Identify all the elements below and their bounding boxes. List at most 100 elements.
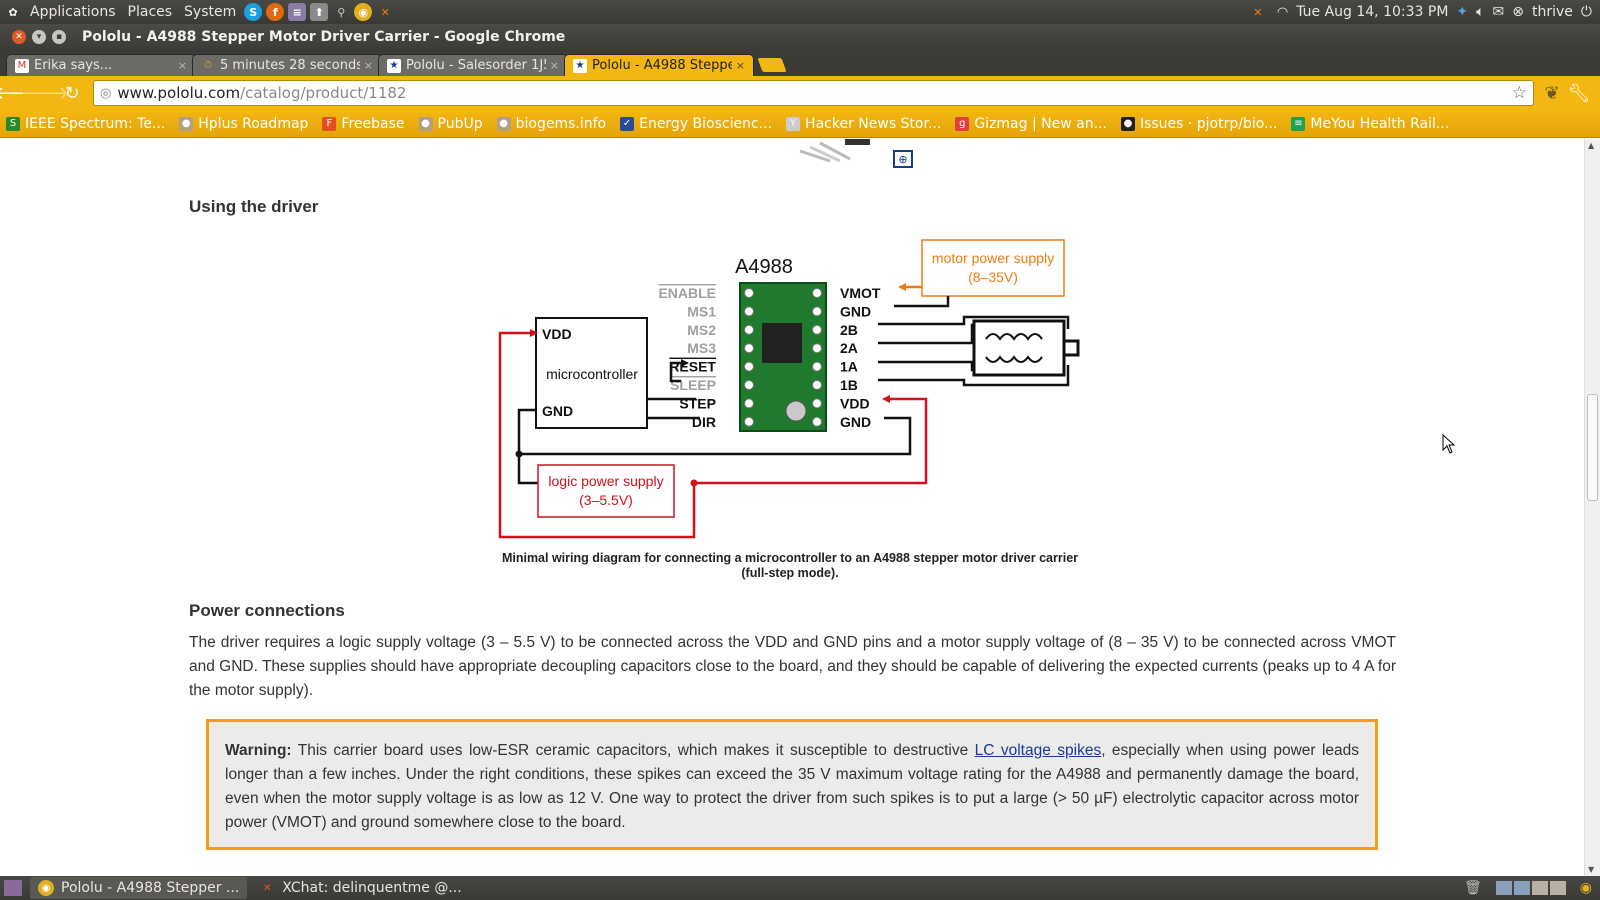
left-pin-label: RESET xyxy=(669,359,716,375)
mcu-vdd-label: VDD xyxy=(542,326,572,342)
search-icon[interactable]: ⚲ xyxy=(332,3,350,21)
caption-line-1: Minimal wiring diagram for connecting a … xyxy=(501,551,1079,565)
tab-label: Pololu - A4988 Stepper xyxy=(592,58,732,73)
scroll-up-icon[interactable]: ▲ xyxy=(1588,141,1594,150)
close-window-icon[interactable]: ✕ xyxy=(12,30,26,44)
bookmark-item[interactable]: ● Hplus Roadmap xyxy=(179,116,308,132)
pin-hole xyxy=(812,288,822,298)
tab-pololu-salesorder[interactable]: ★ Pololu - Salesorder 1J52 × xyxy=(378,54,568,76)
xchat-tray-icon[interactable]: ✕ xyxy=(1249,3,1267,21)
xchat-icon: ✕ xyxy=(263,882,272,894)
bookmark-label: IEEE Spectrum: Te... xyxy=(25,115,166,132)
bookmark-label: MeYou Health Rail... xyxy=(1310,115,1450,132)
bookmark-item[interactable]: Y Hacker News Stor... xyxy=(786,116,941,132)
motor-shaft xyxy=(1062,339,1080,357)
chrome-icon: ◉ xyxy=(38,880,54,896)
forward-icon[interactable]: 🡒 xyxy=(21,81,69,105)
vertical-scrollbar[interactable]: ▲ ▼ xyxy=(1584,139,1600,876)
xchat-icon[interactable]: ✕ xyxy=(376,3,394,21)
wifi-icon[interactable]: ◠ xyxy=(1277,5,1288,20)
notes-icon[interactable]: ≡ xyxy=(288,3,307,21)
tab-pololu-a4988[interactable]: ★ Pololu - A4988 Stepper × xyxy=(564,54,754,76)
mouse-cursor-icon xyxy=(1442,434,1456,454)
close-icon[interactable]: × xyxy=(178,59,187,72)
mail-icon[interactable]: ✉ xyxy=(1493,4,1505,20)
minimize-window-icon[interactable]: ▾ xyxy=(32,30,46,44)
volume-icon[interactable]: 🔈︎ xyxy=(1476,4,1484,20)
skype-icon[interactable]: S xyxy=(244,3,263,21)
panel-indicators: ✕ ◠ Tue Aug 14, 10:33 PM ✦ 🔈︎ ✉ ⊗ thrive… xyxy=(1247,3,1600,21)
taskbar-item-xchat[interactable]: ✕ XChat: delinquentme @... xyxy=(251,877,469,899)
wrench-icon[interactable]: 🔧︎ xyxy=(1567,81,1591,105)
bookmark-favicon-icon: S xyxy=(6,116,20,131)
left-pin-label: MS1 xyxy=(687,303,716,319)
pin-hole xyxy=(744,416,754,427)
bookmark-item[interactable]: ✓ Energy Bioscienc... xyxy=(620,116,772,132)
user-icon[interactable]: ⊗ xyxy=(1512,4,1524,20)
bookmark-favicon-icon: ● xyxy=(1120,116,1135,131)
gnome-foot-icon[interactable]: ✿ xyxy=(4,3,22,21)
bookmark-item[interactable]: ● PubUp xyxy=(418,116,483,132)
mcu-label: microcontroller xyxy=(546,366,638,382)
bookmark-label: Gizmag | New an... xyxy=(974,115,1107,132)
bookmark-item[interactable]: S IEEE Spectrum: Te... xyxy=(6,116,165,132)
left-pin-label: MS3 xyxy=(687,340,716,356)
clock[interactable]: Tue Aug 14, 10:33 PM xyxy=(1296,4,1448,20)
pin-hole xyxy=(812,324,822,335)
trimpot xyxy=(785,400,807,422)
extension-icon[interactable]: ❦ xyxy=(1540,81,1564,105)
user-name[interactable]: thrive xyxy=(1532,4,1573,20)
archive-icon[interactable]: ⬆ xyxy=(310,3,329,21)
address-bar[interactable]: ◎ www.pololu.com/catalog/product/1182 ☆ xyxy=(93,80,1534,106)
workspace-switcher[interactable] xyxy=(1495,881,1566,895)
left-pin-label: SLEEP xyxy=(670,377,716,393)
bookmark-star-icon[interactable]: ☆ xyxy=(1512,83,1527,103)
pin-hole xyxy=(812,306,822,317)
power-icon[interactable]: ⏻ xyxy=(1581,4,1592,20)
warning-box: Warning: This carrier board uses low-ESR… xyxy=(206,719,1378,850)
bookmark-item[interactable]: g Gizmag | New an... xyxy=(955,116,1107,132)
right-pin-label: GND xyxy=(840,303,871,319)
pin-hole xyxy=(744,380,754,390)
places-menu[interactable]: Places xyxy=(122,4,179,20)
maximize-window-icon[interactable]: ▪ xyxy=(52,30,66,44)
close-icon[interactable]: × xyxy=(550,59,559,72)
chrome-tray-icon[interactable]: ◉ xyxy=(1580,880,1592,896)
tab-label: Erika says... xyxy=(34,58,113,73)
firefox-icon[interactable]: f xyxy=(266,3,285,21)
lc-voltage-spikes-link[interactable]: LC voltage spikes xyxy=(975,742,1102,759)
bookmark-item[interactable]: F Freebase xyxy=(322,116,405,132)
bookmark-label: biogems.info xyxy=(515,115,607,132)
gmail-icon: M xyxy=(15,58,29,73)
bookmark-favicon-icon: g xyxy=(955,116,970,131)
motor-supply-box xyxy=(921,239,1065,297)
chip-label: A4988 xyxy=(735,256,793,278)
zoom-icon[interactable]: ⊕ xyxy=(893,150,913,168)
page-content: ⊕ Using the driver A4988 ENABLE MS1 MS2 MS3… xyxy=(0,139,1584,876)
bookmark-item[interactable]: ≡ MeYou Health Rail... xyxy=(1291,116,1449,132)
new-tab-button[interactable] xyxy=(757,58,787,72)
right-pin-label: 2A xyxy=(840,340,858,356)
tab-gmail[interactable]: M Erika says... × xyxy=(6,54,196,76)
bookmark-item[interactable]: ● Issues · pjotrp/bio... xyxy=(1120,116,1277,132)
close-icon[interactable]: × xyxy=(736,59,745,72)
applications-menu[interactable]: Applications xyxy=(24,4,122,20)
scrollbar-thumb[interactable] xyxy=(1587,394,1598,501)
reload-icon[interactable]: ↻ xyxy=(60,81,84,105)
heading-power-connections: Power connections xyxy=(189,601,345,620)
scroll-down-icon[interactable]: ▼ xyxy=(1588,865,1594,874)
show-desktop-icon[interactable] xyxy=(4,880,22,896)
dropbox-icon[interactable]: ✦ xyxy=(1456,4,1468,20)
close-icon[interactable]: × xyxy=(364,59,373,72)
chrome-icon[interactable]: ◉ xyxy=(354,3,373,21)
bookmark-item[interactable]: ● biogems.info xyxy=(496,115,607,132)
vmot-arrow xyxy=(898,283,906,291)
tab-timer[interactable]: ⏱ 5 minutes 28 seconds × xyxy=(192,54,382,76)
page-info-icon[interactable]: ◎ xyxy=(100,86,111,101)
taskbar-item-chrome[interactable]: ◉ Pololu - A4988 Stepper ... xyxy=(30,877,248,899)
trash-icon[interactable]: 🗑︎ xyxy=(1464,880,1482,896)
pin-hole xyxy=(812,398,822,409)
bookmarks-bar: S IEEE Spectrum: Te... ● Hplus Roadmap F Free… xyxy=(0,110,1600,138)
left-pin-label: DIR xyxy=(692,414,716,430)
system-menu[interactable]: System xyxy=(178,4,242,20)
